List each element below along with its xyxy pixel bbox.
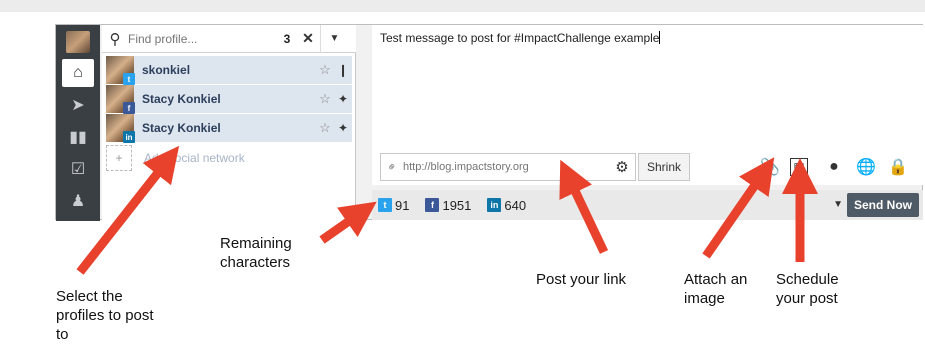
link-icon: ⚭ xyxy=(383,158,401,176)
linkedin-remaining: in 640 xyxy=(487,198,526,213)
facebook-icon: f xyxy=(425,198,440,212)
profile-picker: ⚲ 3 ✕ ▼ t skonkiel ☆ ❙ f Stacy Konkiel ☆… xyxy=(102,24,356,221)
linkedin-icon: in xyxy=(123,131,135,143)
profile-name: skonkiel xyxy=(142,63,191,77)
twitter-remaining: t 91 xyxy=(378,198,409,213)
callout-post-link: Post your link xyxy=(536,271,627,288)
top-strip xyxy=(0,0,925,12)
plus-icon: + xyxy=(106,145,132,171)
selected-count: 3 xyxy=(283,31,291,46)
message-text[interactable]: Test message to post for #ImpactChalleng… xyxy=(380,31,661,45)
pin-icon[interactable]: ✦ xyxy=(334,92,352,106)
callout-select-profiles: Select the profiles to post to xyxy=(56,288,154,343)
close-icon[interactable]: ✕ xyxy=(296,30,320,47)
profile-name: Stacy Konkiel xyxy=(142,92,221,106)
contacts-icon[interactable]: ♟ xyxy=(62,187,94,215)
globe-icon[interactable]: 🌐 xyxy=(854,155,878,179)
add-social-network[interactable]: + Add social network xyxy=(106,144,352,172)
paperclip-icon[interactable]: 📎 xyxy=(758,155,782,179)
callout-remaining-chars: Remaining characters xyxy=(220,235,292,271)
pin-icon[interactable]: ✦ xyxy=(334,121,352,135)
twitter-icon: t xyxy=(123,73,135,85)
facebook-remaining: f 1951 xyxy=(425,198,471,213)
hootsuite-composer: ⌂ ➤ ▮▮ ☑ ♟ ⚲ 3 ✕ ▼ t skonkiel ☆ ❙ f Stac… xyxy=(55,24,923,221)
send-icon[interactable]: ➤ xyxy=(62,91,94,119)
add-network-label: Add social network xyxy=(144,151,245,165)
facebook-count: 1951 xyxy=(442,197,472,213)
profile-row-linkedin[interactable]: in Stacy Konkiel ☆ ✦ xyxy=(106,114,352,143)
profile-row-facebook[interactable]: f Stacy Konkiel ☆ ✦ xyxy=(106,85,352,114)
callout-schedule-post: Schedule your post xyxy=(776,271,839,307)
profile-row-twitter[interactable]: t skonkiel ☆ ❙ xyxy=(106,56,352,85)
assignments-icon[interactable]: ☑ xyxy=(62,155,94,183)
avatar: t xyxy=(106,56,135,85)
pin-icon[interactable]: ❙ xyxy=(334,63,352,77)
profile-search-row: ⚲ 3 ✕ ▼ xyxy=(102,24,356,53)
linkedin-icon: in xyxy=(487,198,502,212)
remaining-chars-bar: t 91 f 1951 in 640 ▼ Send Now xyxy=(372,190,923,220)
link-bar: ⚭ ⚙ xyxy=(380,153,636,181)
caret-down-icon[interactable]: ▼ xyxy=(320,24,348,53)
linkedin-count: 640 xyxy=(504,197,527,213)
user-avatar[interactable] xyxy=(66,31,90,53)
avatar: in xyxy=(106,114,135,143)
gear-icon[interactable]: ⚙ xyxy=(609,158,635,176)
message-composer[interactable]: Test message to post for #ImpactChalleng… xyxy=(372,25,923,185)
star-icon[interactable]: ☆ xyxy=(316,91,334,107)
profile-name: Stacy Konkiel xyxy=(142,121,221,135)
callout-attach-image: Attach an image xyxy=(684,271,748,307)
facebook-icon: f xyxy=(123,102,135,114)
star-icon[interactable]: ☆ xyxy=(316,120,334,136)
avatar: f xyxy=(106,85,135,114)
star-icon[interactable]: ☆ xyxy=(316,62,334,78)
search-icon: ⚲ xyxy=(109,30,121,48)
twitter-count: 91 xyxy=(395,197,410,213)
link-input[interactable] xyxy=(403,161,609,173)
profile-search-input[interactable] xyxy=(128,31,278,46)
analytics-icon[interactable]: ▮▮ xyxy=(62,123,94,151)
location-pin-icon[interactable]: ● xyxy=(822,155,846,179)
shrink-button[interactable]: Shrink xyxy=(638,153,690,181)
home-icon[interactable]: ⌂ xyxy=(62,59,94,87)
chevron-down-icon[interactable]: ▼ xyxy=(833,199,843,210)
left-nav: ⌂ ➤ ▮▮ ☑ ♟ xyxy=(56,25,100,221)
calendar-icon[interactable]: ▦ xyxy=(790,158,808,176)
send-now-button[interactable]: Send Now xyxy=(847,193,919,217)
lock-icon[interactable]: 🔒 xyxy=(886,155,910,179)
twitter-icon: t xyxy=(378,198,392,212)
